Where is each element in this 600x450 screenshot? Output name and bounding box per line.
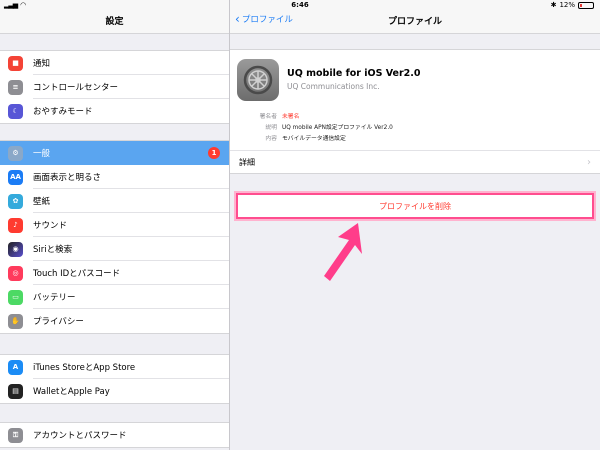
sidebar-item-app-store[interactable]: A iTunes StoreとApp Store <box>0 355 229 379</box>
info-value: UQ mobile APN設定プロファイル Ver2.0 <box>282 125 393 131</box>
remove-profile-label: プロファイルを削除 <box>379 201 451 211</box>
display-brightness-icon: AA <box>8 169 23 185</box>
gear-icon: ⚙ <box>8 145 23 161</box>
sidebar-item-sounds[interactable]: ♪ サウンド <box>0 213 229 237</box>
key-icon: ⚿ <box>8 427 23 443</box>
notification-badge: 1 <box>208 147 220 159</box>
sidebar-title: 設定 <box>105 17 124 27</box>
sidebar-item-label: WalletとApple Pay <box>33 387 110 397</box>
info-row-description: 説明 UQ mobile APN設定プロファイル Ver2.0 <box>230 121 600 132</box>
settings-sidebar: 設定 ■ 通知 ≡ コントロールセンター ☾ おやすみモード ⚙ 一般 1 AA <box>0 0 229 450</box>
status-bar: ▂▃▅ ◠ 6:46 ✱ 12% <box>0 0 600 11</box>
sidebar-item-label: バッテリー <box>33 293 76 303</box>
profile-card: UQ mobile for iOS Ver2.0 UQ Communicatio… <box>230 49 600 150</box>
sidebar-group-4: ⚿ アカウントとパスワード <box>0 422 229 448</box>
sidebar-item-label: Touch IDとパスコード <box>33 269 121 279</box>
sidebar-item-label: サウンド <box>33 221 68 231</box>
moon-icon: ☾ <box>8 103 23 119</box>
profile-name: UQ mobile for iOS Ver2.0 <box>287 68 421 79</box>
sidebar-item-label: Siriと検索 <box>33 245 73 255</box>
info-key: 署名者 <box>259 114 277 120</box>
sidebar-group-3: A iTunes StoreとApp Store ▤ WalletとApple … <box>0 354 229 404</box>
sidebar-item-touch-id[interactable]: ◎ Touch IDとパスコード <box>0 261 229 285</box>
sidebar-group-2: ⚙ 一般 1 AA 画面表示と明るさ ✿ 壁紙 ♪ サウンド ◉ Siriと検索… <box>0 140 229 334</box>
info-key: 内容 <box>265 136 277 142</box>
more-details-row[interactable]: 詳細 › <box>230 150 600 174</box>
info-value: モバイルデータ通信設定 <box>282 136 346 142</box>
sidebar-item-general[interactable]: ⚙ 一般 1 <box>0 141 229 165</box>
sound-icon: ♪ <box>8 217 23 233</box>
sidebar-item-label: 壁紙 <box>33 197 51 207</box>
battery-level-icon <box>578 1 594 9</box>
info-value: 未署名 <box>282 114 300 120</box>
profile-info: 署名者 未署名 説明 UQ mobile APN設定プロファイル Ver2.0 … <box>230 110 600 143</box>
bluetooth-icon: ✱ <box>550 1 557 9</box>
profile-detail-pane: ‹ プロファイル プロファイル UQ mobile for iOS Ver2.0… <box>230 0 600 450</box>
sidebar-item-siri[interactable]: ◉ Siriと検索 <box>0 237 229 261</box>
more-details-label: 詳細 <box>239 157 255 167</box>
sidebar-item-battery[interactable]: ▭ バッテリー <box>0 285 229 309</box>
profile-organization: UQ Communications Inc. <box>287 82 380 91</box>
sidebar-item-do-not-disturb[interactable]: ☾ おやすみモード <box>0 99 229 123</box>
control-center-icon: ≡ <box>8 79 23 95</box>
battery-icon: ▭ <box>8 289 23 305</box>
wallet-icon: ▤ <box>8 383 23 399</box>
wallpaper-icon: ✿ <box>8 193 23 209</box>
info-key: 説明 <box>265 125 277 131</box>
sidebar-item-label: おやすみモード <box>33 107 93 117</box>
sidebar-item-display[interactable]: AA 画面表示と明るさ <box>0 165 229 189</box>
battery-percent: 12% <box>559 1 575 9</box>
status-right: ✱ 12% <box>551 1 594 9</box>
privacy-hand-icon: ✋ <box>8 313 23 329</box>
sidebar-item-privacy[interactable]: ✋ プライバシー <box>0 309 229 333</box>
app-store-icon: A <box>8 359 23 375</box>
page-title: プロファイル <box>387 17 442 27</box>
sidebar-item-label: プライバシー <box>33 317 84 327</box>
remove-profile-button[interactable]: プロファイルを削除 <box>236 193 594 219</box>
sidebar-item-label: 画面表示と明るさ <box>33 173 102 183</box>
sidebar-item-wallpaper[interactable]: ✿ 壁紙 <box>0 189 229 213</box>
settings-gear-icon <box>237 59 279 101</box>
chevron-right-icon: › <box>587 157 591 168</box>
sidebar-item-wallet[interactable]: ▤ WalletとApple Pay <box>0 379 229 403</box>
sidebar-item-control-center[interactable]: ≡ コントロールセンター <box>0 75 229 99</box>
info-row-signer: 署名者 未署名 <box>230 110 600 121</box>
sidebar-item-label: アカウントとパスワード <box>33 431 127 441</box>
siri-icon: ◉ <box>8 241 23 257</box>
sidebar-item-notifications[interactable]: ■ 通知 <box>0 51 229 75</box>
screen: 設定 ■ 通知 ≡ コントロールセンター ☾ おやすみモード ⚙ 一般 1 AA <box>0 0 600 450</box>
sidebar-item-label: 一般 <box>33 149 51 159</box>
touch-id-icon: ◎ <box>8 265 23 281</box>
status-time: 6:46 <box>291 1 309 9</box>
pointer-arrow-icon <box>324 223 362 281</box>
notifications-icon: ■ <box>8 55 23 71</box>
sidebar-item-label: コントロールセンター <box>33 83 119 93</box>
info-row-contents: 内容 モバイルデータ通信設定 <box>230 132 600 143</box>
sidebar-item-label: iTunes StoreとApp Store <box>33 363 136 373</box>
sidebar-group-1: ■ 通知 ≡ コントロールセンター ☾ おやすみモード <box>0 50 229 124</box>
sidebar-item-label: 通知 <box>33 59 51 69</box>
sidebar-item-accounts-passwords[interactable]: ⚿ アカウントとパスワード <box>0 423 229 447</box>
